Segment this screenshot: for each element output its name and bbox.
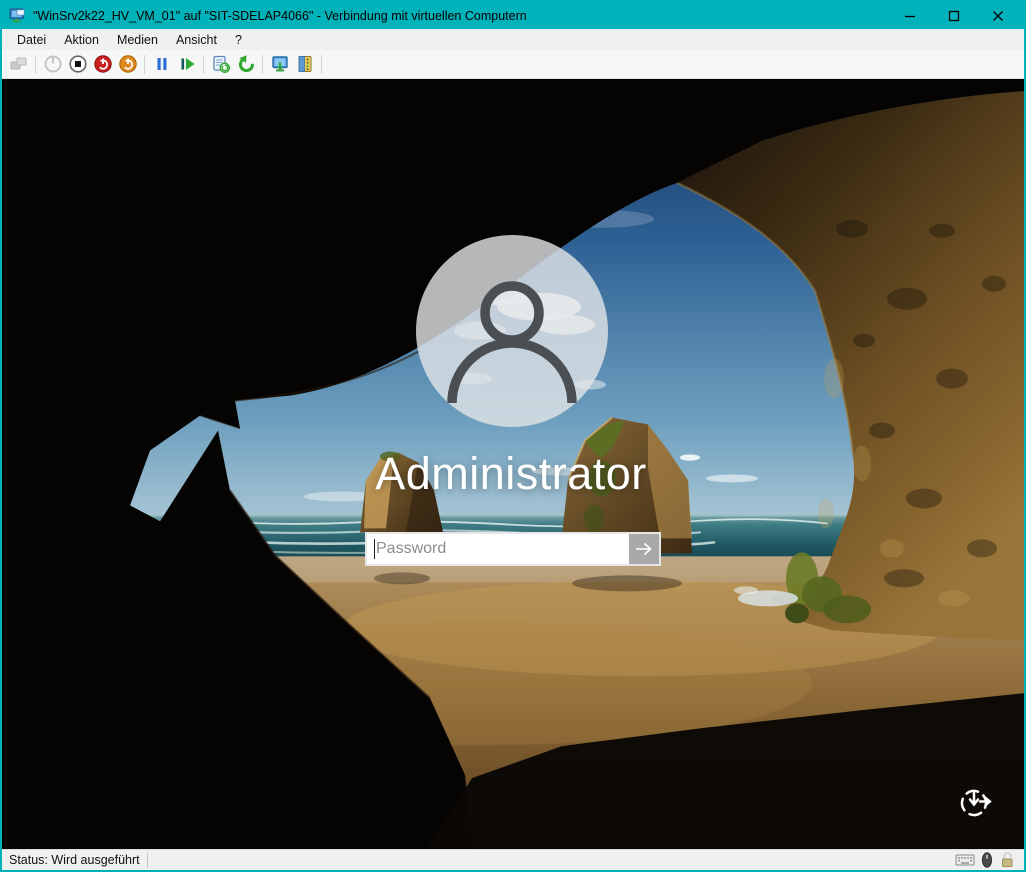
status-text: Status: Wird ausgeführt [9,853,140,867]
minimize-button[interactable] [895,5,925,27]
devices-icon[interactable] [292,52,317,77]
mouse-status-icon [981,852,993,868]
shut-down-icon[interactable] [90,52,115,77]
pause-icon[interactable] [149,52,174,77]
turn-off-icon[interactable] [65,52,90,77]
save-icon[interactable] [115,52,140,77]
username-label: Administrator [375,448,647,499]
unlocked-status-icon [1002,852,1013,867]
password-box [365,532,661,566]
window-title: "WinSrv2k22_HV_VM_01" auf "SIT-SDELAP406… [33,8,527,23]
toolbar-separator [203,54,204,74]
menu-datei[interactable]: Datei [8,31,55,49]
toolbar-separator [35,54,36,74]
close-button[interactable] [983,5,1013,27]
start-icon[interactable] [40,52,65,77]
menu-ansicht[interactable]: Ansicht [167,31,226,49]
checkpoint-icon[interactable] [208,52,233,77]
hyperv-app-icon [9,7,25,22]
menu-bar: Datei Aktion Medien Ansicht ? [2,29,1024,50]
vmconnect-window: "WinSrv2k22_HV_VM_01" auf "SIT-SDELAP406… [0,0,1026,872]
arrow-right-icon [636,542,652,556]
menu-medien[interactable]: Medien [108,31,167,49]
status-bar: Status: Wird ausgeführt [2,849,1024,870]
toolbar-separator [144,54,145,74]
text-caret [374,539,375,559]
submit-password-button[interactable] [629,534,659,564]
revert-icon[interactable] [233,52,258,77]
toolbar-separator [262,54,263,74]
resume-icon[interactable] [174,52,199,77]
toolbar-separator [321,54,322,74]
password-input[interactable] [367,534,629,564]
toolbar [2,50,1024,79]
keyboard-status-icon [955,854,975,866]
basic-session-icon[interactable] [267,52,292,77]
title-bar: "WinSrv2k22_HV_VM_01" auf "SIT-SDELAP406… [2,2,1024,29]
maximize-button[interactable] [939,5,969,27]
vm-display: Administrator [2,79,1024,849]
user-icon [447,281,577,404]
clock-arrows-icon[interactable] [955,782,995,822]
menu-aktion[interactable]: Aktion [55,31,108,49]
ctrl-alt-del-icon[interactable] [6,52,31,77]
avatar [416,235,608,427]
status-separator [146,852,148,868]
menu-help[interactable]: ? [226,31,251,49]
